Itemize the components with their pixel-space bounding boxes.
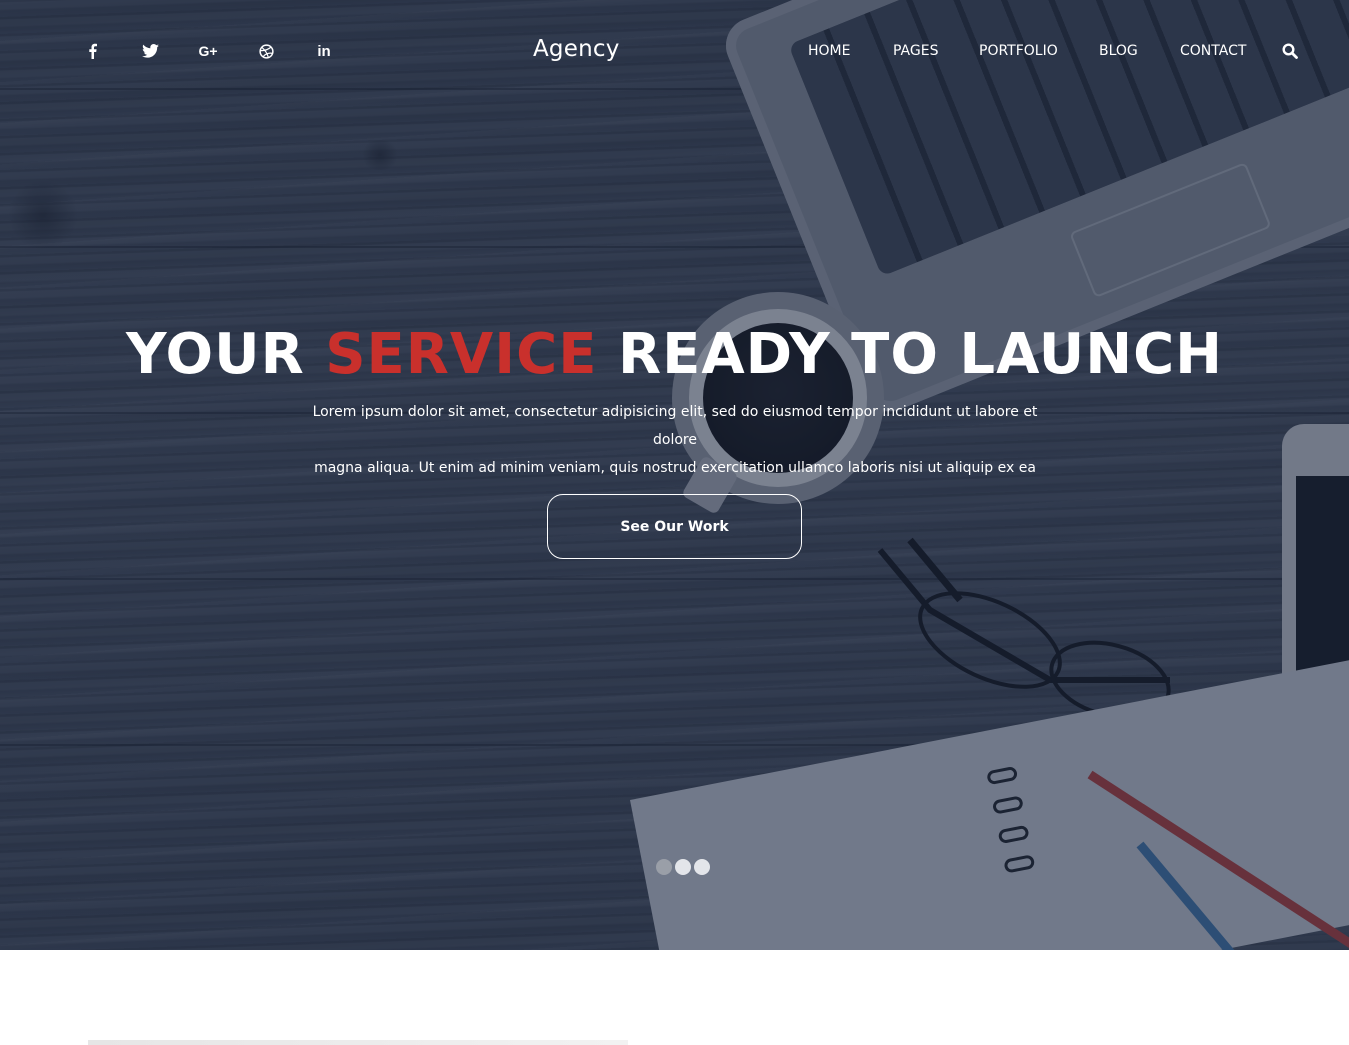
next-section-divider — [88, 1040, 628, 1045]
slider-dot-3[interactable] — [694, 859, 710, 875]
headline-accent: SERVICE — [325, 322, 598, 387]
linkedin-link[interactable]: in — [314, 41, 334, 61]
slider-dot-2[interactable] — [675, 859, 691, 875]
linkedin-icon: in — [317, 42, 331, 60]
see-our-work-button[interactable]: See Our Work — [547, 494, 802, 559]
headline-part-1: YOUR — [125, 322, 305, 387]
hero-subtext-line-2: magna aliqua. Ut enim ad minim veniam, q… — [314, 460, 1036, 476]
dribbble-link[interactable] — [256, 41, 276, 61]
facebook-link[interactable] — [82, 41, 102, 61]
hero-subtext-line-1: Lorem ipsum dolor sit amet, consectetur … — [312, 404, 1038, 448]
hero-subtext: Lorem ipsum dolor sit amet, consectetur … — [300, 398, 1050, 482]
nav-portfolio[interactable]: PORTFOLIO — [979, 43, 1058, 59]
nav-pages[interactable]: PAGES — [893, 43, 938, 59]
nav-contact[interactable]: CONTACT — [1180, 43, 1246, 59]
slider-dots — [656, 859, 713, 875]
slider-dot-1[interactable] — [656, 859, 672, 875]
site-header: G+ in Agency HOME PAGES PORTFOLIO BLOG C… — [0, 0, 1349, 100]
nav-home[interactable]: HOME — [808, 43, 850, 59]
facebook-icon — [88, 43, 97, 59]
nav-blog[interactable]: BLOG — [1099, 43, 1138, 59]
next-section — [0, 950, 1349, 1045]
site-logo[interactable]: Agency — [533, 36, 620, 62]
twitter-link[interactable] — [140, 41, 160, 61]
search-icon — [1282, 43, 1298, 59]
search-button[interactable] — [1282, 43, 1300, 61]
hero-headline: YOUR SERVICE READY TO LAUNCH — [0, 322, 1349, 387]
twitter-icon — [141, 44, 159, 58]
google-plus-icon: G+ — [198, 43, 218, 59]
headline-part-2: READY TO LAUNCH — [617, 322, 1224, 387]
social-links: G+ in — [82, 41, 372, 61]
dribbble-icon — [258, 43, 274, 59]
google-plus-link[interactable]: G+ — [198, 41, 218, 61]
hero-section: G+ in Agency HOME PAGES PORTFOLIO BLOG C… — [0, 0, 1349, 950]
